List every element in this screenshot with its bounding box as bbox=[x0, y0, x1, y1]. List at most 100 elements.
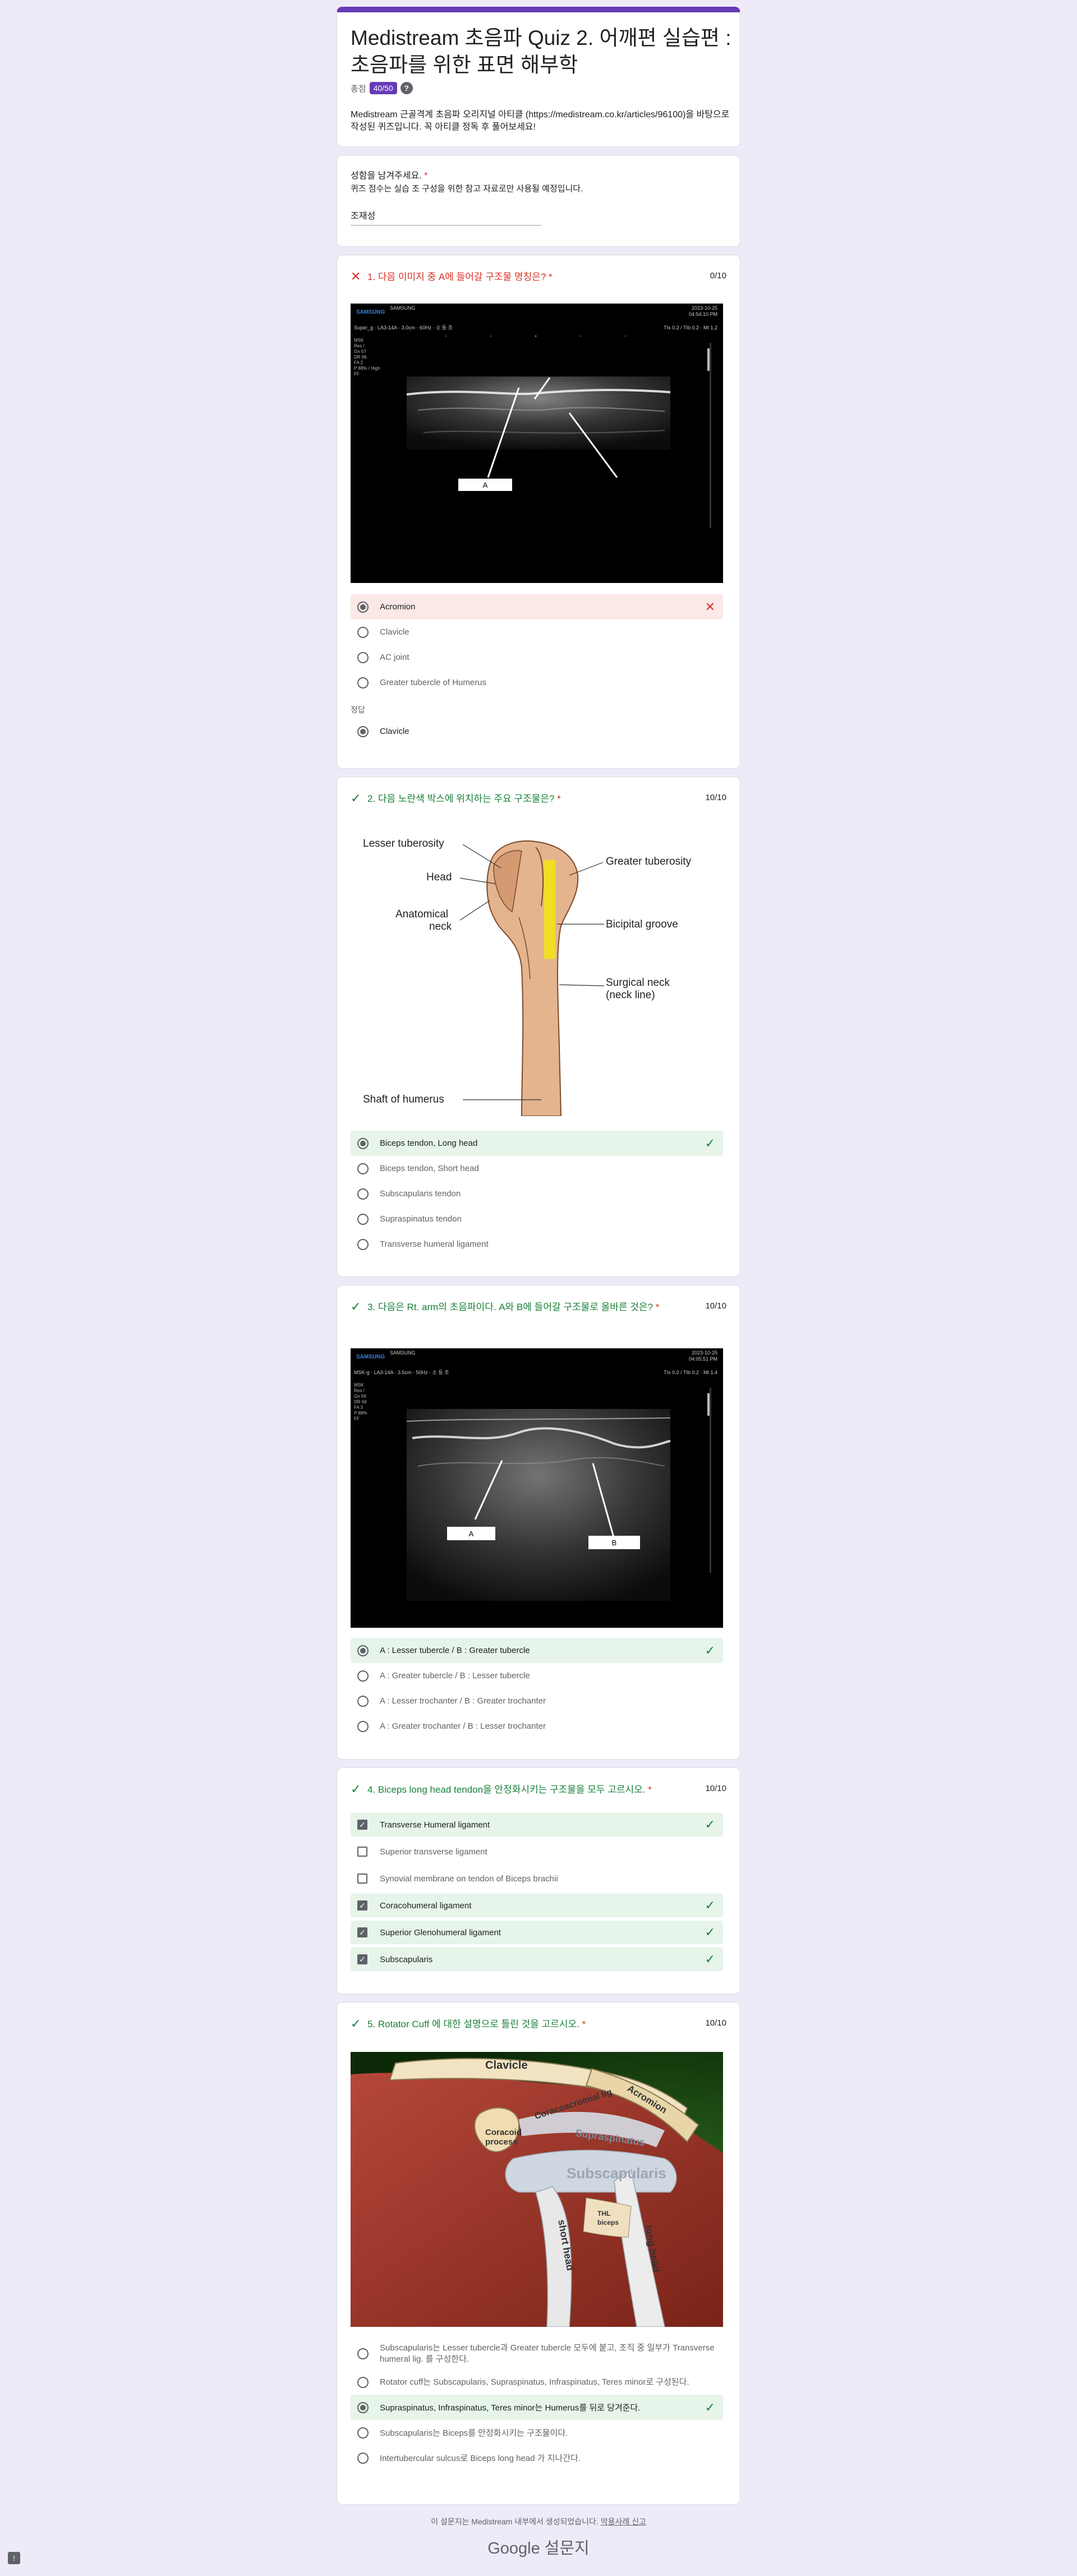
report-abuse-link[interactable]: 악용사례 신고 bbox=[601, 2517, 646, 2526]
radio-button[interactable] bbox=[357, 651, 369, 663]
form-title: Medistream 초음파 Quiz 2. 어깨편 실습편 : 초음파를 위한… bbox=[351, 26, 731, 76]
option-4-5[interactable]: ✓ Superior Glenohumeral ligament ✓ bbox=[351, 1921, 723, 1944]
check-icon: ✓ bbox=[351, 1300, 361, 1314]
option-4-1[interactable]: ✓ Transverse Humeral ligament ✓ bbox=[351, 1813, 723, 1836]
options-1: Acromion ✕ Clavicle AC joint Greater tub… bbox=[351, 594, 723, 695]
svg-text:P 88%: P 88% bbox=[354, 1411, 367, 1416]
option-4-3[interactable]: Synovial membrane on tendon of Biceps br… bbox=[351, 1867, 723, 1890]
question-card-3: ✓ 3. 다음은 Rt. arm의 초음파이다. A와 B에 들어갈 구조물로 … bbox=[337, 1285, 740, 1760]
radio-button[interactable] bbox=[357, 1645, 369, 1656]
option-4-4[interactable]: ✓ Coracohumeral ligament ✓ bbox=[351, 1894, 723, 1917]
anatomy-label-clavicle: Clavicle bbox=[485, 2059, 528, 2072]
option-3-1[interactable]: A : Lesser tubercle / B : Greater tuberc… bbox=[351, 1638, 723, 1663]
radio-button[interactable] bbox=[357, 601, 369, 613]
option-1-3[interactable]: AC joint bbox=[351, 645, 723, 670]
option-2-1[interactable]: Biceps tendon, Long head ✓ bbox=[351, 1131, 723, 1156]
check-icon: ✓ bbox=[705, 1925, 715, 1939]
label-a: A bbox=[469, 1530, 474, 1538]
label-b: B bbox=[612, 1539, 617, 1547]
option-2-5[interactable]: Transverse humeral ligament bbox=[351, 1232, 723, 1257]
question-score-4: 10/10 bbox=[705, 1784, 726, 1793]
question-title-5: ✓ 5. Rotator Cuff 에 대한 설명으로 틀린 것을 고르시오. … bbox=[351, 2017, 586, 2031]
correct-answer-label: 정답 bbox=[351, 705, 365, 714]
option-2-3[interactable]: Subscapularis tendon bbox=[351, 1181, 723, 1206]
radio-button[interactable] bbox=[357, 1670, 369, 1682]
radio-button[interactable] bbox=[357, 1163, 369, 1174]
option-4-2[interactable]: Superior transverse ligament bbox=[351, 1840, 723, 1863]
radio-button[interactable] bbox=[357, 2427, 369, 2439]
us-brand: SAMSUNG bbox=[356, 1354, 385, 1360]
radio-button[interactable] bbox=[357, 2348, 369, 2359]
option-1-4[interactable]: Greater tubercle of Humerus bbox=[351, 670, 723, 695]
question-card-2: ✓ 2. 다음 노란색 박스에 위치하는 주요 구조물은? * 10/10 Le… bbox=[337, 777, 740, 1277]
question-title-3: ✓ 3. 다음은 Rt. arm의 초음파이다. A와 B에 들어갈 구조물로 … bbox=[351, 1300, 660, 1314]
radio-button[interactable] bbox=[357, 2401, 369, 2413]
feedback-icon[interactable]: ! bbox=[8, 2552, 20, 2564]
name-question-description: 퀴즈 점수는 실습 조 구성을 위한 참고 자료로만 사용될 예정입니다. bbox=[351, 184, 583, 194]
option-5-4[interactable]: Subscapularis는 Biceps를 안정화시키는 구조물이다. bbox=[351, 2420, 723, 2445]
svg-text:04:54:10 PM: 04:54:10 PM bbox=[689, 311, 717, 317]
radio-button[interactable] bbox=[357, 1695, 369, 1707]
anatomy-label-subscapularis: Subscapularis bbox=[567, 2165, 666, 2182]
question-card-5: ✓ 5. Rotator Cuff 에 대한 설명으로 틀린 것을 고르시오. … bbox=[337, 2002, 740, 2505]
diagram-label-anat1: Anatomical bbox=[395, 908, 448, 920]
form-header-card: Medistream 초음파 Quiz 2. 어깨편 실습편 : 초음파를 위한… bbox=[337, 7, 740, 147]
checkbox[interactable]: ✓ bbox=[357, 1820, 367, 1830]
options-5: Subscapularis는 Lesser tubercle과 Greater … bbox=[351, 2338, 723, 2471]
check-icon: ✓ bbox=[705, 1817, 715, 1831]
radio-button[interactable] bbox=[357, 1720, 369, 1732]
option-5-1[interactable]: Subscapularis는 Lesser tubercle과 Greater … bbox=[351, 2338, 723, 2370]
question-score-3: 10/10 bbox=[705, 1301, 726, 1311]
ultrasound-image-3: SAMSUNG SAMSUNG 2023-10-25 04:05:51 PM M… bbox=[351, 1348, 723, 1628]
option-1-2[interactable]: Clavicle bbox=[351, 619, 723, 645]
svg-text:2023-10-25: 2023-10-25 bbox=[692, 305, 717, 311]
check-icon: ✓ bbox=[705, 1136, 715, 1150]
checkbox[interactable] bbox=[357, 1847, 367, 1857]
option-5-3[interactable]: Supraspinatus, Infraspinatus, Teres mino… bbox=[351, 2395, 723, 2420]
option-5-2[interactable]: Rotator cuff는 Subscapularis, Supraspinat… bbox=[351, 2370, 723, 2395]
radio-button[interactable] bbox=[357, 1238, 369, 1250]
svg-text:SAMSUNG: SAMSUNG bbox=[390, 305, 416, 311]
option-2-4[interactable]: Supraspinatus tendon bbox=[351, 1206, 723, 1232]
option-4-6[interactable]: ✓ Subscapularis ✓ bbox=[351, 1948, 723, 1971]
diagram-label-anat2: neck bbox=[429, 921, 452, 933]
option-3-2[interactable]: A : Greater tubercle / B : Lesser tuberc… bbox=[351, 1663, 723, 1688]
checkbox[interactable] bbox=[357, 1874, 367, 1884]
radio-button[interactable] bbox=[357, 1213, 369, 1225]
form-description: Medistream 근골격계 초음파 오리지널 아티클 (https://me… bbox=[351, 110, 730, 132]
total-score-row: 총점 40/50 ? bbox=[351, 82, 413, 94]
radio-button[interactable] bbox=[357, 2376, 369, 2388]
question-title-1: ✕ 1. 다음 이미지 중 A에 들어갈 구조물 명칭은? * bbox=[351, 269, 553, 283]
question-card-4: ✓ 4. Biceps long head tendon을 안정화시키는 구조물… bbox=[337, 1767, 740, 1994]
svg-text:FF: FF bbox=[354, 371, 360, 376]
option-3-3[interactable]: A : Lesser trochanter / B : Greater troc… bbox=[351, 1688, 723, 1714]
option-3-4[interactable]: A : Greater trochanter / B : Lesser troc… bbox=[351, 1714, 723, 1739]
svg-text:SAMSUNG: SAMSUNG bbox=[390, 1350, 416, 1356]
diagram-label-surg1: Surgical neck bbox=[606, 977, 670, 989]
help-icon[interactable]: ? bbox=[400, 82, 413, 94]
svg-text:TIs 0.2 / TIb 0.2 · MI 1.2: TIs 0.2 / TIb 0.2 · MI 1.2 bbox=[664, 325, 717, 330]
wrong-icon: ✕ bbox=[705, 599, 715, 614]
checkbox[interactable]: ✓ bbox=[357, 1927, 367, 1937]
correct-answer: Clavicle bbox=[351, 719, 723, 744]
radio-button[interactable] bbox=[357, 626, 369, 638]
radio-button[interactable] bbox=[357, 1188, 369, 1200]
checkbox[interactable]: ✓ bbox=[357, 1900, 367, 1911]
google-forms-logo[interactable]: Google 설문지 bbox=[337, 2535, 740, 2559]
check-icon: ✓ bbox=[705, 1898, 715, 1912]
radio-button[interactable] bbox=[357, 1137, 369, 1149]
option-5-5[interactable]: Intertubercular sulcus로 Biceps long head… bbox=[351, 2445, 723, 2471]
option-1-1[interactable]: Acromion ✕ bbox=[351, 594, 723, 619]
svg-text:Super_g · LA3-14A · 3.0cm · 60: Super_g · LA3-14A · 3.0cm · 60Hz · 소 등 조 bbox=[354, 325, 453, 330]
ultrasound-image-1: SAMSUNG SAMSUNG 2023-10-25 04:54:10 PM S… bbox=[351, 304, 723, 583]
svg-text:DR 66: DR 66 bbox=[354, 355, 367, 360]
radio-button[interactable] bbox=[357, 677, 369, 688]
humerus-diagram: Lesser tuberosity Head Anatomical neck G… bbox=[351, 822, 723, 1116]
total-score-badge: 40/50 bbox=[369, 82, 397, 94]
svg-text:FF: FF bbox=[354, 1416, 360, 1421]
option-2-2[interactable]: Biceps tendon, Short head bbox=[351, 1156, 723, 1181]
total-label: 총점 bbox=[351, 84, 366, 94]
radio-button[interactable] bbox=[357, 2452, 369, 2464]
checkbox[interactable]: ✓ bbox=[357, 1954, 367, 1964]
options-2: Biceps tendon, Long head ✓ Biceps tendon… bbox=[351, 1131, 723, 1257]
